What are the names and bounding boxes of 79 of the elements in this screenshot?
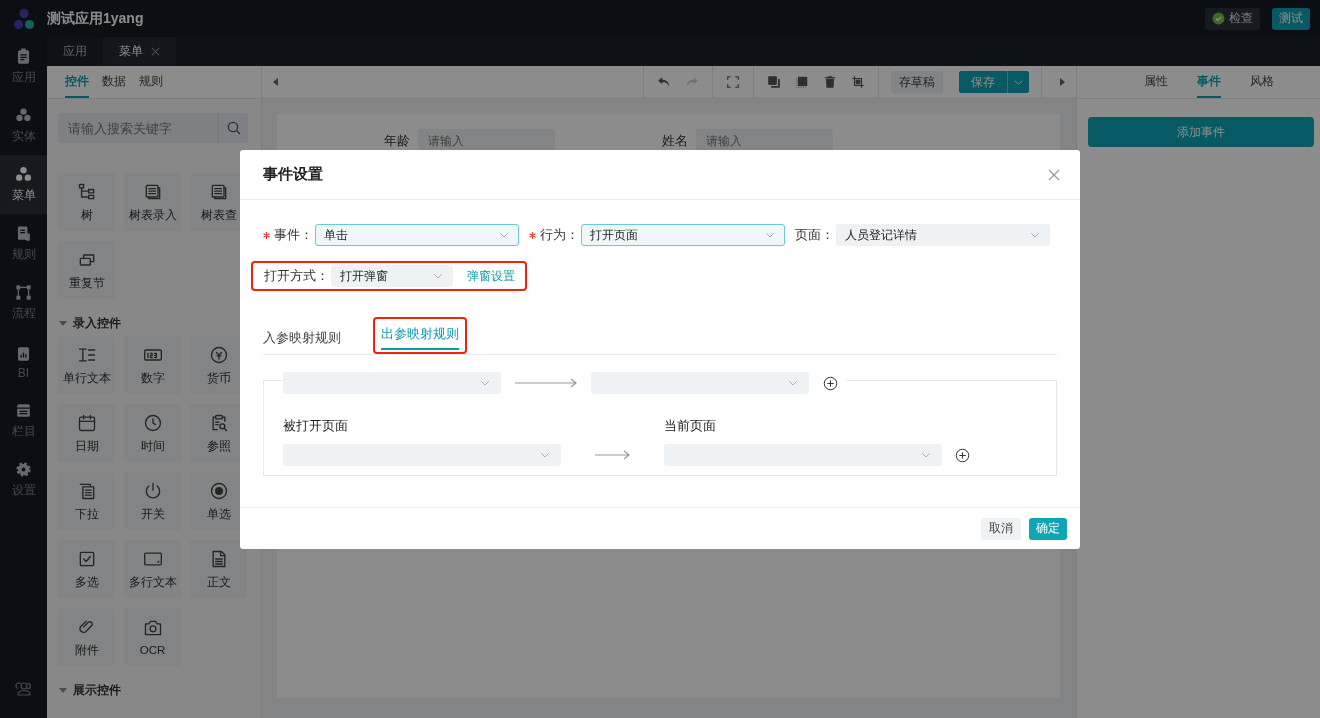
control-item[interactable]: 时间: [124, 404, 181, 462]
control-item[interactable]: 树: [58, 173, 115, 231]
panel-tab[interactable]: 事件: [1196, 66, 1221, 98]
check-circle-icon: [1212, 12, 1225, 25]
select-field[interactable]: 打开弹窗: [331, 265, 453, 287]
collapse-icon[interactable]: [59, 688, 67, 693]
search-field[interactable]: 请输入搜索关键字: [58, 113, 218, 143]
radio-icon: [208, 480, 229, 501]
draft-button[interactable]: 存草稿: [891, 71, 943, 93]
select-field[interactable]: [591, 372, 809, 394]
dialog-title: 事件设置: [263, 165, 324, 184]
column-label: 被打开页面: [283, 417, 349, 435]
app-title: 测试应用1yang: [47, 9, 145, 28]
control-item[interactable]: 附件: [58, 608, 115, 666]
panel-tab[interactable]: 属性: [1143, 66, 1168, 98]
list-icon: [14, 401, 33, 420]
tree-icon: [76, 181, 97, 202]
add-icon[interactable]: [823, 375, 838, 391]
required-icon: [529, 232, 536, 240]
tab[interactable]: 入参映射规则: [263, 323, 341, 354]
input-field[interactable]: 请输入: [696, 129, 833, 153]
calendar-icon: [76, 412, 97, 433]
ok-button[interactable]: 确定: [1029, 517, 1067, 540]
search-button[interactable]: [218, 113, 248, 143]
field-label: 打开方式：: [264, 267, 329, 285]
test-button[interactable]: 测试: [1272, 7, 1310, 30]
arrow-icon: [515, 378, 577, 388]
field-label: 行为：: [529, 226, 579, 244]
control-item[interactable]: OCR: [124, 608, 181, 666]
collapse-icon[interactable]: [59, 321, 67, 326]
control-item[interactable]: 单行文本: [58, 336, 115, 394]
control-item[interactable]: 树表录入: [124, 173, 181, 231]
clock-icon: [142, 412, 163, 433]
select-field[interactable]: 人员登记详情: [836, 224, 1050, 246]
page-tab[interactable]: 菜单: [103, 37, 176, 66]
coin-icon: [208, 344, 229, 365]
section-title: 录入控件: [73, 315, 121, 332]
nav-item[interactable]: 菜单: [0, 155, 47, 214]
control-item[interactable]: 正文: [190, 540, 247, 598]
dots-icon: [14, 165, 33, 184]
flow-icon: [14, 283, 33, 302]
control-item[interactable]: 下拉: [58, 472, 115, 530]
select-field[interactable]: [664, 444, 942, 466]
select-field[interactable]: 单击: [315, 224, 519, 246]
settings-icon: [14, 460, 33, 479]
close-icon[interactable]: [1048, 168, 1060, 181]
section-title: 展示控件: [73, 682, 121, 699]
control-item[interactable]: 开关: [124, 472, 181, 530]
control-item[interactable]: 重复节: [58, 241, 115, 299]
search-icon: [225, 120, 242, 136]
check-button[interactable]: 检查: [1205, 7, 1260, 30]
control-item[interactable]: 多选: [58, 540, 115, 598]
close-icon[interactable]: [151, 47, 160, 56]
popup-settings-link[interactable]: 弹窗设置: [467, 267, 515, 285]
field-label: 年龄: [384, 132, 410, 150]
select-field[interactable]: [283, 444, 561, 466]
field-label: 姓名: [662, 132, 688, 150]
panel-tab[interactable]: 规则: [139, 66, 163, 98]
panel-tab[interactable]: 风格: [1249, 66, 1274, 98]
panel-tab[interactable]: 控件: [65, 66, 89, 98]
users-icon: [14, 680, 33, 698]
select-field[interactable]: 打开页面: [581, 224, 785, 246]
control-item[interactable]: 日期: [58, 404, 115, 462]
select-field[interactable]: [283, 372, 501, 394]
add-icon[interactable]: [954, 447, 970, 463]
control-item[interactable]: 多行文本: [124, 540, 181, 598]
add-event-button[interactable]: 添加事件: [1088, 117, 1314, 147]
control-item[interactable]: 数字: [124, 336, 181, 394]
required-icon: [263, 232, 270, 240]
input-field[interactable]: 请输入: [418, 129, 555, 153]
tab[interactable]: 出参映射规则: [381, 319, 459, 350]
field-label: 事件：: [263, 226, 313, 244]
camera-icon: [142, 618, 163, 638]
column-label: 当前页面: [664, 417, 717, 435]
arrow-icon: [595, 450, 630, 460]
panel-tab[interactable]: 数据: [102, 66, 126, 98]
logo-icon: [13, 7, 35, 30]
field-label: 页面：: [795, 226, 834, 244]
cancel-button[interactable]: 取消: [981, 517, 1021, 540]
